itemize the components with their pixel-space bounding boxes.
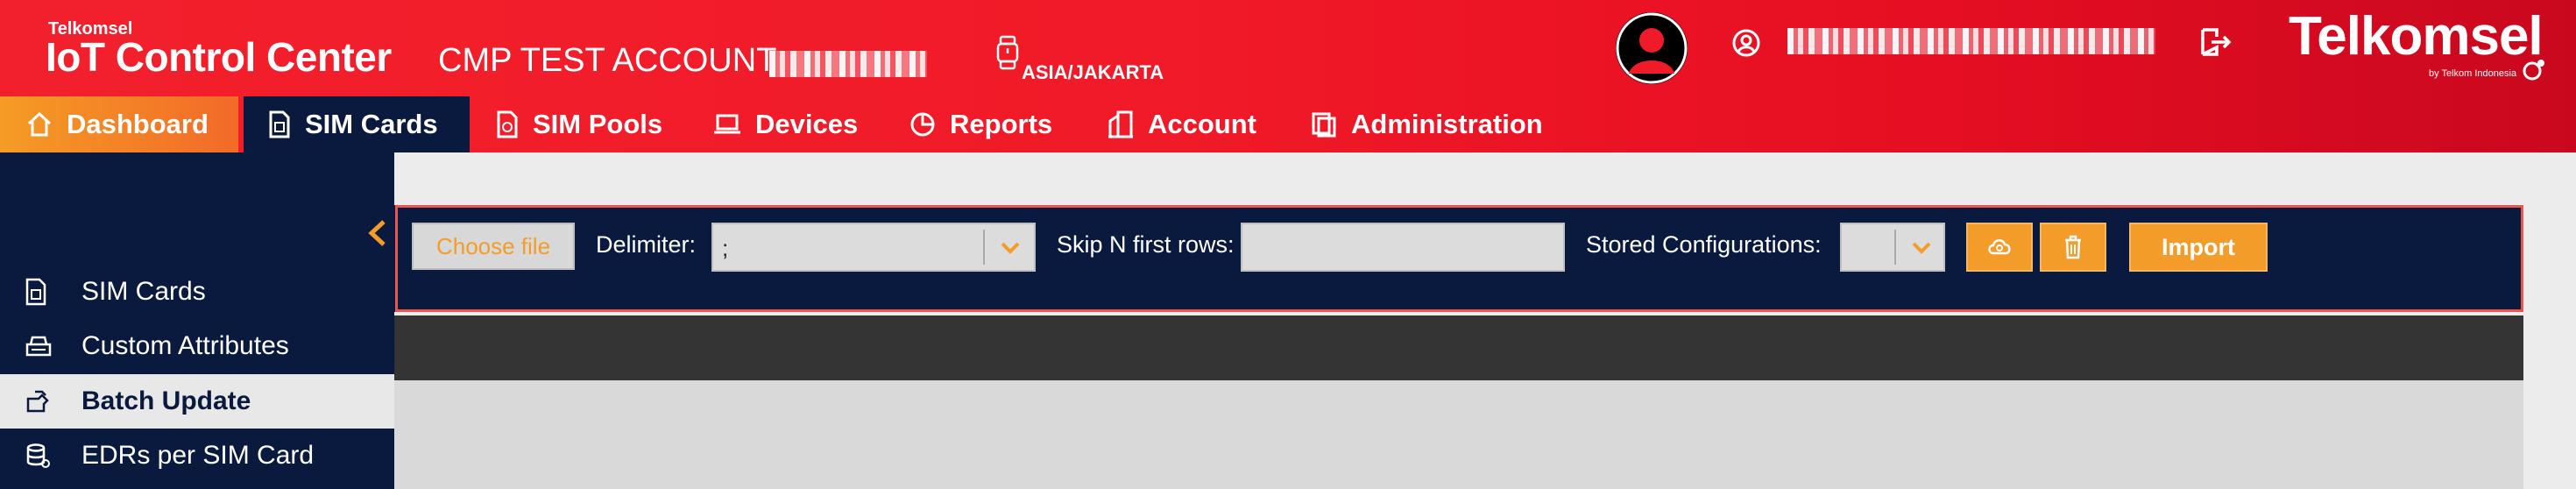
- sim-card-icon: [269, 110, 290, 138]
- home-icon: [27, 111, 52, 137]
- save-configuration-button[interactable]: [1966, 223, 2033, 272]
- sidebar-item-label: EDRs per SIM Card: [81, 441, 315, 470]
- delimiter-value: ;: [722, 235, 729, 261]
- batch-update-icon: [26, 390, 49, 413]
- app-title: IoT Control Center: [46, 34, 392, 80]
- main-content: Choose file Delimiter: ; Skip N first ro…: [394, 152, 2576, 489]
- chevron-down-icon: [1912, 242, 1931, 254]
- building-icon: [1108, 110, 1133, 138]
- results-area: [394, 380, 2523, 489]
- logout-icon[interactable]: [2197, 25, 2233, 60]
- cloud-save-icon: [1988, 239, 2011, 255]
- nav-devices-label: Devices: [755, 109, 859, 139]
- sidebar-item-batch-update[interactable]: Batch Update: [0, 374, 394, 429]
- sidebar-item-custom-attributes[interactable]: Custom Attributes: [0, 319, 394, 373]
- brand-logo-sub: by Telkom Indonesia: [2429, 68, 2517, 79]
- sidebar-item-label: SIM Cards: [81, 277, 206, 306]
- telkom-logo-mark-icon: [2523, 60, 2544, 81]
- attributes-icon: [25, 336, 52, 357]
- user-profile-icon[interactable]: [1730, 26, 1763, 60]
- sim-pool-icon: [497, 110, 518, 138]
- import-toolbar: Choose file Delimiter: ; Skip N first ro…: [394, 205, 2523, 312]
- trash-icon: [2065, 235, 2081, 259]
- stored-configurations-label: Stored Configurations:: [1586, 231, 1822, 258]
- brand-logo: Telkomsel: [2289, 6, 2544, 67]
- stored-configurations-select[interactable]: [1840, 223, 1945, 272]
- watch-icon: [996, 35, 1019, 70]
- chevron-down-icon: [1001, 242, 1020, 254]
- sidebar: SIM Cards Custom Attributes Batch Update…: [0, 152, 394, 489]
- account-name: CMP TEST ACCOUNT: [438, 42, 777, 79]
- masked-user-email: [1787, 28, 2155, 54]
- sidebar-item-label: Custom Attributes: [81, 331, 289, 360]
- main-nav: Dashboard SIM Cards SIM Pools Devices Re…: [0, 96, 1577, 152]
- sim-card-icon: [25, 278, 46, 306]
- nav-reports-label: Reports: [950, 109, 1053, 139]
- database-icon: [26, 443, 50, 468]
- delimiter-label: Delimiter:: [596, 231, 697, 258]
- choose-file-button[interactable]: Choose file: [412, 223, 575, 270]
- nav-sim-pools[interactable]: SIM Pools: [496, 96, 662, 152]
- user-avatar-icon: [1616, 12, 1688, 84]
- nav-dashboard-label: Dashboard: [67, 109, 209, 139]
- nav-devices[interactable]: Devices: [713, 96, 858, 152]
- nav-account-label: Account: [1148, 109, 1256, 139]
- admin-icon: [1312, 112, 1336, 138]
- nav-sim-cards-label: SIM Cards: [305, 109, 438, 139]
- nav-sim-cards[interactable]: SIM Cards: [244, 96, 470, 152]
- collapse-sidebar-icon[interactable]: [366, 219, 389, 247]
- nav-dashboard[interactable]: Dashboard: [0, 96, 238, 152]
- sidebar-item-edrs[interactable]: EDRs per SIM Card: [0, 429, 394, 483]
- import-button[interactable]: Import: [2129, 223, 2268, 272]
- laptop-icon: [714, 114, 740, 134]
- select-divider: [1894, 230, 1896, 265]
- nav-account[interactable]: Account: [1108, 96, 1256, 152]
- nav-sim-pools-label: SIM Pools: [533, 109, 663, 139]
- skip-rows-input[interactable]: [1241, 223, 1565, 272]
- delimiter-select[interactable]: ;: [711, 223, 1036, 272]
- nav-reports[interactable]: Reports: [909, 96, 1052, 152]
- nav-administration-label: Administration: [1351, 109, 1543, 139]
- select-divider: [983, 230, 985, 265]
- nav-administration[interactable]: Administration: [1311, 96, 1543, 152]
- results-header-bar: [394, 315, 2523, 380]
- timezone-label: ASIA/JAKARTA: [1022, 61, 1164, 83]
- sidebar-item-label: Batch Update: [81, 386, 251, 415]
- report-icon: [910, 112, 935, 137]
- masked-account-id: [769, 51, 927, 77]
- skip-rows-label: Skip N first rows:: [1057, 231, 1235, 258]
- sidebar-item-sim-cards[interactable]: SIM Cards: [0, 265, 394, 319]
- avatar[interactable]: [1616, 12, 1688, 84]
- delete-configuration-button[interactable]: [2040, 223, 2106, 272]
